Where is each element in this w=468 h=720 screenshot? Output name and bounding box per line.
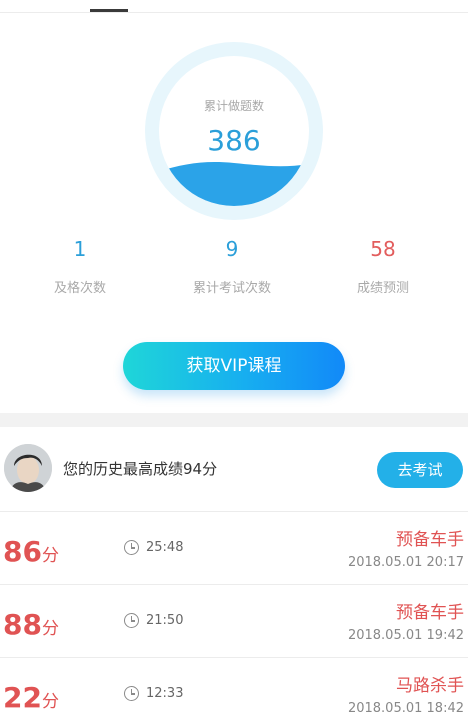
gauge-inner: 累计做题数 386 — [159, 56, 309, 206]
record-date: 2018.05.01 20:17 — [347, 555, 464, 570]
stat-exams: 9 累计考试次数 — [154, 236, 310, 296]
get-vip-course-button[interactable]: 获取VIP课程 — [123, 342, 345, 390]
clock-icon — [124, 540, 139, 555]
clock-icon — [124, 613, 139, 628]
exam-label: 累计考试次数 — [192, 281, 271, 296]
clock-icon — [124, 686, 139, 701]
exam-count: 9 — [225, 237, 239, 261]
stat-pass: 1 及格次数 — [2, 236, 158, 296]
record-row[interactable]: 22分 12:33 马路杀手 2018.05.01 18:42 — [0, 659, 468, 720]
record-duration: 12:33 — [146, 686, 184, 701]
record-score: 86分 — [3, 535, 59, 568]
score-unit: 分 — [41, 546, 59, 566]
avatar-image — [4, 444, 52, 492]
best-score-row: 您的历史最高成绩94分 去考试 — [0, 427, 468, 512]
record-duration: 21:50 — [146, 613, 184, 628]
record-row[interactable]: 88分 21:50 预备车手 2018.05.01 19:42 — [0, 586, 468, 658]
pass-label: 及格次数 — [53, 281, 106, 296]
score-number: 22 — [3, 681, 42, 714]
gauge-value: 386 — [207, 124, 261, 157]
prediction-label: 成绩预测 — [356, 281, 409, 296]
score-number: 88 — [3, 608, 42, 641]
record-title: 预备车手 — [396, 603, 464, 623]
tab-indicator — [90, 9, 128, 12]
record-date: 2018.05.01 19:42 — [347, 628, 464, 643]
pass-count: 1 — [73, 237, 87, 261]
take-exam-button[interactable]: 去考试 — [377, 452, 463, 488]
record-duration: 25:48 — [146, 540, 184, 555]
record-title: 预备车手 — [396, 530, 464, 550]
record-row[interactable]: 86分 25:48 预备车手 2018.05.01 20:17 — [0, 513, 468, 585]
stat-prediction: 58 成绩预测 — [305, 236, 461, 296]
record-title: 马路杀手 — [396, 676, 464, 696]
record-score: 88分 — [3, 608, 59, 641]
record-date: 2018.05.01 18:42 — [347, 701, 464, 716]
gauge-label: 累计做题数 — [203, 99, 264, 113]
score-number: 86 — [3, 535, 42, 568]
section-divider — [0, 413, 468, 427]
question-count-gauge: 累计做题数 386 — [145, 42, 323, 220]
avatar[interactable] — [4, 444, 52, 492]
record-score: 22分 — [3, 681, 59, 714]
best-score-text: 您的历史最高成绩94分 — [63, 460, 218, 478]
top-divider — [0, 12, 468, 13]
score-unit: 分 — [41, 619, 59, 639]
score-unit: 分 — [41, 692, 59, 712]
prediction-value: 58 — [370, 237, 396, 261]
